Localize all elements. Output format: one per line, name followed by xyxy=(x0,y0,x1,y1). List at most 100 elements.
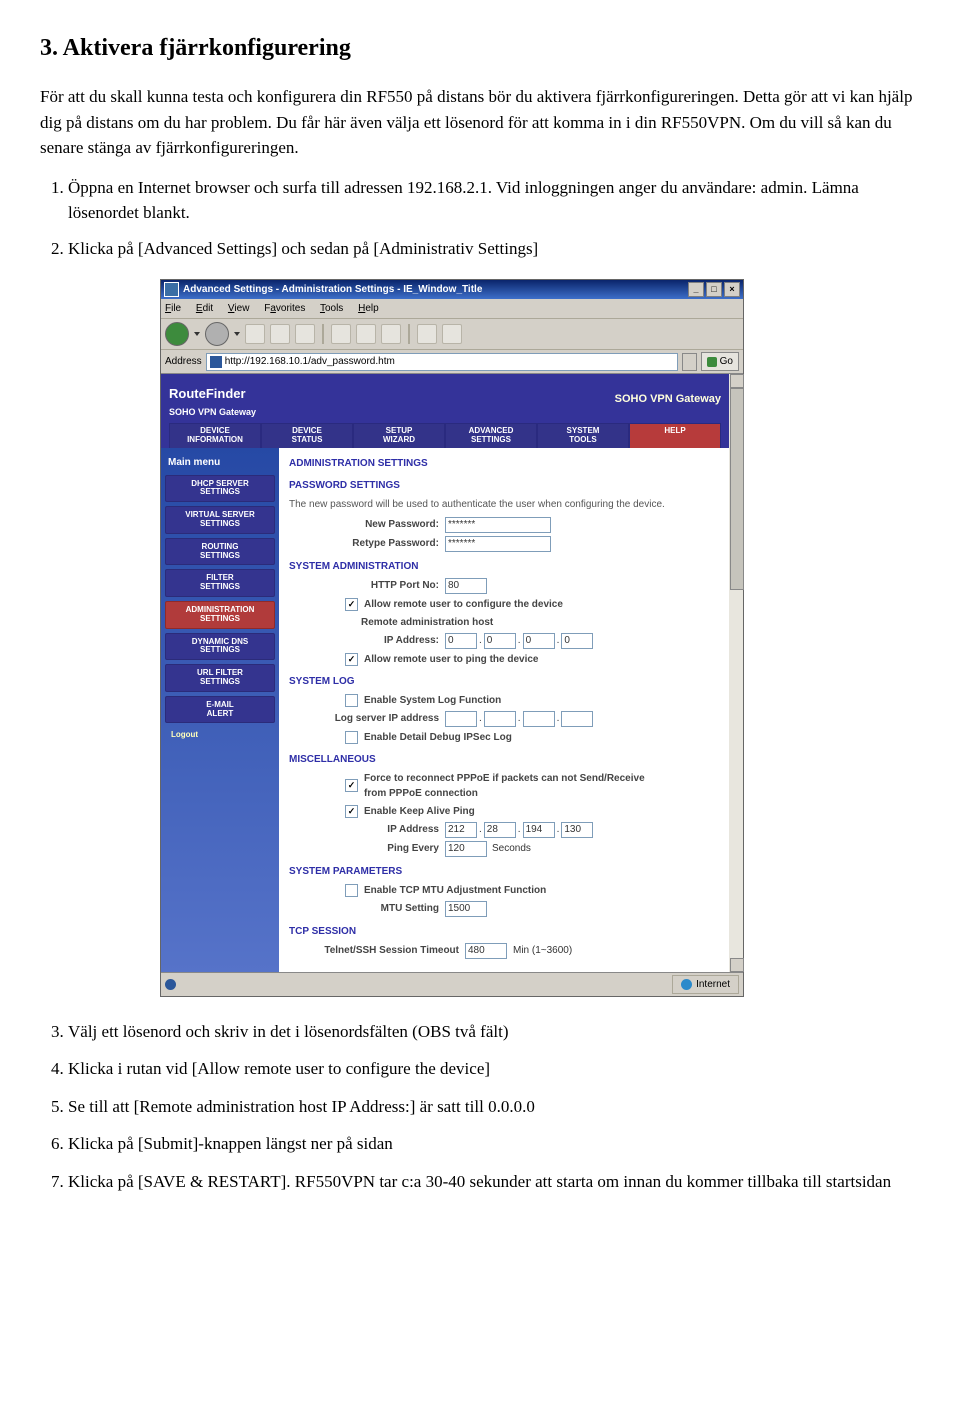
chk-mtu[interactable] xyxy=(345,884,358,897)
keep-ip-2[interactable]: 28 xyxy=(484,822,516,838)
go-icon xyxy=(707,357,717,367)
chk-ipsec[interactable] xyxy=(345,731,358,744)
doc-step4: Klicka i rutan vid [Allow remote user to… xyxy=(68,1056,920,1082)
side-email[interactable]: E-MAILALERT xyxy=(165,696,275,724)
lbl-syslog: Enable System Log Function xyxy=(362,693,507,708)
stop-button[interactable] xyxy=(245,324,265,344)
mail-button[interactable] xyxy=(417,324,437,344)
doc-step6: Klicka på [Submit]-knappen längst ner på… xyxy=(68,1131,920,1157)
home-button[interactable] xyxy=(295,324,315,344)
menu-tools[interactable]: Tools xyxy=(320,303,343,314)
nav-advanced-settings[interactable]: ADVANCEDSETTINGS xyxy=(445,423,537,448)
syslog-ip-4[interactable] xyxy=(561,711,593,727)
lbl-port: HTTP Port No: xyxy=(289,578,445,593)
rf-sidebar: Main menu DHCP SERVERSETTINGS VIRTUAL SE… xyxy=(161,448,279,972)
rf-tagline: SOHO VPN Gateway xyxy=(615,391,721,408)
maximize-button[interactable]: □ xyxy=(706,282,722,297)
side-routing[interactable]: ROUTINGSETTINGS xyxy=(165,538,275,566)
back-dropdown-icon[interactable] xyxy=(194,332,200,336)
ip-remote-1[interactable]: 0 xyxy=(445,633,477,649)
nav-system-tools[interactable]: SYSTEMTOOLS xyxy=(537,423,629,448)
chk-pppoe[interactable] xyxy=(345,779,358,792)
input-telnet[interactable]: 480 xyxy=(465,943,507,959)
minimize-button[interactable]: _ xyxy=(688,282,704,297)
address-input[interactable]: http://192.168.10.1/adv_password.htm xyxy=(206,353,678,371)
menu-view[interactable]: View xyxy=(228,303,250,314)
syslog-ip-3[interactable] xyxy=(523,711,555,727)
nav-device-information[interactable]: DEVICEINFORMATION xyxy=(169,423,261,448)
sect-sysadmin: SYSTEM ADMINISTRATION xyxy=(289,559,721,574)
status-page-icon xyxy=(165,979,176,990)
lbl-mtu: MTU Setting xyxy=(289,901,445,916)
mainmenu-label: Main menu xyxy=(165,452,275,475)
side-dyndns[interactable]: DYNAMIC DNSSETTINGS xyxy=(165,633,275,661)
side-administration[interactable]: ADMINISTRATIONSETTINGS xyxy=(165,601,275,629)
back-button[interactable] xyxy=(165,322,189,346)
print-button[interactable] xyxy=(442,324,462,344)
rf-main: ADMINISTRATION SETTINGS PASSWORD SETTING… xyxy=(279,448,729,972)
side-logout[interactable]: Logout xyxy=(165,727,275,744)
ip-remote-3[interactable]: 0 xyxy=(523,633,555,649)
lbl-min: Min (1~3600) xyxy=(513,943,572,958)
doc-intro: För att du skall kunna testa och konfigu… xyxy=(40,84,920,161)
input-mtu[interactable]: 1500 xyxy=(445,901,487,917)
chk-keepalive[interactable] xyxy=(345,805,358,818)
search-button[interactable] xyxy=(331,324,351,344)
menu-file[interactable]: FFileile xyxy=(165,303,181,314)
syslog-ip-1[interactable] xyxy=(445,711,477,727)
rf-header: RouteFinder SOHO VPN Gateway SOHO VPN Ga… xyxy=(161,374,729,448)
nav-device-status[interactable]: DEVICESTATUS xyxy=(261,423,353,448)
nav-setup-wizard[interactable]: SETUPWIZARD xyxy=(353,423,445,448)
refresh-button[interactable] xyxy=(270,324,290,344)
rf-nav: DEVICEINFORMATION DEVICESTATUS SETUPWIZA… xyxy=(169,423,721,448)
forward-button[interactable] xyxy=(205,322,229,346)
lbl-newpw: New Password: xyxy=(289,517,445,532)
chk-remote-ping[interactable] xyxy=(345,653,358,666)
ip-remote-4[interactable]: 0 xyxy=(561,633,593,649)
address-dropdown[interactable] xyxy=(682,353,697,371)
doc-step3: Välj ett lösenord och skriv in det i lös… xyxy=(68,1019,920,1045)
chk-remote-config[interactable] xyxy=(345,598,358,611)
nav-help[interactable]: HELP xyxy=(629,423,721,448)
lbl-pingevery: Ping Every xyxy=(289,841,445,856)
side-virtual-server[interactable]: VIRTUAL SERVERSETTINGS xyxy=(165,506,275,534)
lbl-ipaddr: IP Address: xyxy=(289,633,445,648)
pw-desc: The new password will be used to authent… xyxy=(289,497,721,512)
keep-ip-3[interactable]: 194 xyxy=(523,822,555,838)
menu-favorites[interactable]: Favorites xyxy=(264,303,305,314)
lbl-repw: Retype Password: xyxy=(289,536,445,551)
rf-logo: RouteFinder xyxy=(169,383,246,402)
chk-syslog[interactable] xyxy=(345,694,358,707)
ie-icon xyxy=(164,282,179,297)
window-titlebar: Advanced Settings - Administration Setti… xyxy=(161,280,743,299)
ip-remote-2[interactable]: 0 xyxy=(484,633,516,649)
sect-misc: MISCELLANEOUS xyxy=(289,752,721,767)
browser-screenshot: Advanced Settings - Administration Setti… xyxy=(160,279,920,997)
lbl-ip2: IP Address xyxy=(289,822,445,837)
close-button[interactable]: × xyxy=(724,282,740,297)
side-urlfilter[interactable]: URL FILTERSETTINGS xyxy=(165,664,275,692)
input-port[interactable]: 80 xyxy=(445,578,487,594)
scrollbar[interactable] xyxy=(729,374,743,972)
syslog-ip-2[interactable] xyxy=(484,711,516,727)
menu-edit[interactable]: Edit xyxy=(196,303,213,314)
input-newpw[interactable]: ******* xyxy=(445,517,551,533)
history-button[interactable] xyxy=(381,324,401,344)
forward-dropdown-icon[interactable] xyxy=(234,332,240,336)
keep-ip-1[interactable]: 212 xyxy=(445,822,477,838)
lbl-remote-ping: Allow remote user to ping the device xyxy=(362,652,544,667)
side-dhcp[interactable]: DHCP SERVERSETTINGS xyxy=(165,475,275,503)
sect-admin: ADMINISTRATION SETTINGS xyxy=(289,456,721,471)
side-filter[interactable]: FILTERSETTINGS xyxy=(165,569,275,597)
page-content: RouteFinder SOHO VPN Gateway SOHO VPN Ga… xyxy=(161,374,743,972)
go-button[interactable]: Go xyxy=(701,352,739,371)
input-repw[interactable]: ******* xyxy=(445,536,551,552)
page-icon xyxy=(210,356,222,368)
sect-sysparam: SYSTEM PARAMETERS xyxy=(289,864,721,879)
doc-heading: 3. Aktivera fjärrkonfigurering xyxy=(40,30,920,66)
input-pingevery[interactable]: 120 xyxy=(445,841,487,857)
status-zone: Internet xyxy=(672,975,739,994)
menu-help[interactable]: Help xyxy=(358,303,379,314)
keep-ip-4[interactable]: 130 xyxy=(561,822,593,838)
favorites-button[interactable] xyxy=(356,324,376,344)
